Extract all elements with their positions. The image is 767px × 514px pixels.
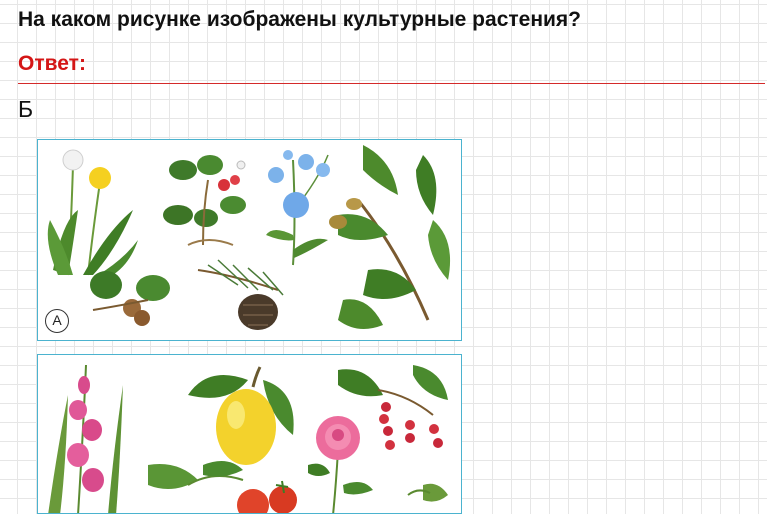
wild-strawberry-illustration [163, 155, 246, 246]
picture-b [37, 354, 462, 514]
question-text: На каком рисунке изображены культурные р… [18, 8, 582, 31]
answer-label: Ответ: [18, 52, 86, 75]
rose-illustration [308, 416, 373, 513]
cultivated-plants-illustration [48, 364, 448, 513]
chicory-illustration [266, 150, 330, 266]
hazelnut-illustration [90, 271, 170, 326]
wild-plants-illustration [47, 145, 451, 330]
gladiolus-illustration [48, 364, 123, 513]
dandelion-illustration [47, 149, 138, 280]
picture-a: А [37, 139, 462, 341]
leaf-illustration [407, 483, 448, 502]
oak-illustration [329, 145, 451, 329]
pine-illustration [197, 259, 284, 330]
answer-divider [18, 83, 765, 84]
picture-a-label: А [45, 309, 69, 333]
answer-value: Б [18, 96, 34, 122]
tomato-illustration [187, 461, 297, 513]
